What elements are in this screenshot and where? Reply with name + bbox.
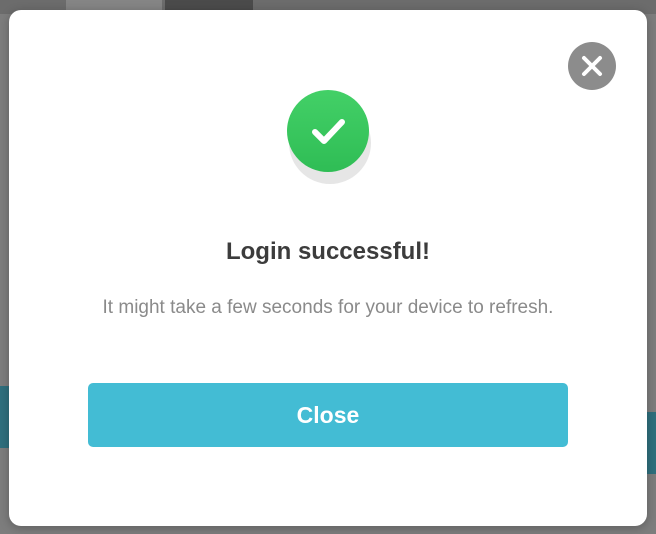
close-button[interactable]: Close	[88, 383, 568, 447]
dialog-title: Login successful!	[225, 238, 431, 265]
close-icon[interactable]	[568, 42, 616, 90]
login-success-dialog: Login successful! It might take a few se…	[9, 10, 647, 526]
check-circle-icon	[287, 90, 369, 172]
dialog-message: It might take a few seconds for your dev…	[102, 297, 554, 318]
success-badge	[285, 90, 373, 186]
